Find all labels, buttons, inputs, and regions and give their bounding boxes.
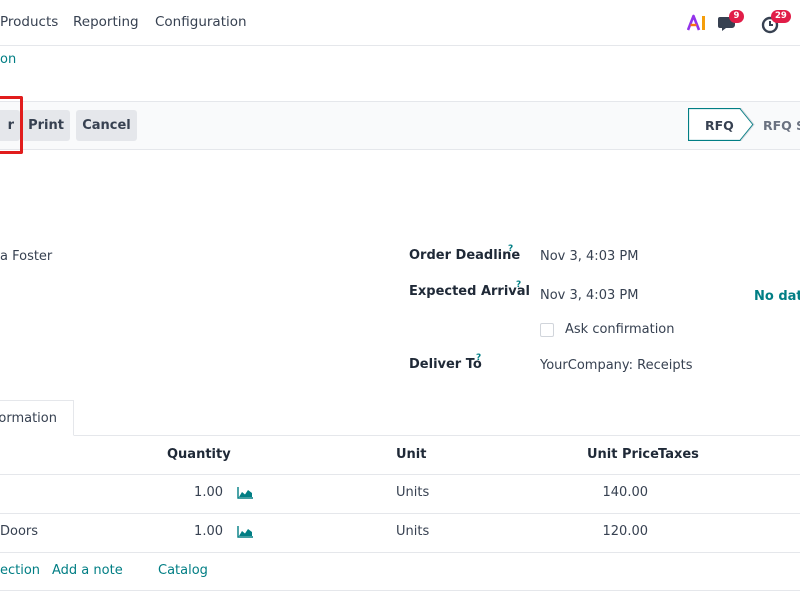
order-deadline-field[interactable]: Nov 3, 4:03 PM bbox=[540, 249, 638, 264]
deliver-to-label: Deliver To bbox=[409, 357, 482, 372]
row2-unit[interactable]: Units bbox=[396, 524, 429, 539]
order-deadline-help-icon[interactable]: ? bbox=[508, 244, 513, 254]
table-divider bbox=[0, 552, 800, 553]
catalog-link[interactable]: Catalog bbox=[158, 563, 208, 578]
top-navbar: Products Reporting Configuration 9 29 bbox=[0, 0, 800, 46]
ai-icon[interactable] bbox=[687, 14, 707, 32]
status-rfq[interactable]: RFQ bbox=[705, 118, 734, 133]
row1-quantity[interactable]: 1.00 bbox=[194, 485, 223, 500]
expected-arrival-label: Expected Arrival bbox=[409, 284, 530, 299]
add-section-link[interactable]: ection bbox=[0, 563, 40, 578]
cancel-button[interactable]: Cancel bbox=[76, 110, 137, 141]
tab-divider bbox=[0, 435, 800, 436]
column-header-taxes[interactable]: Taxes bbox=[658, 447, 699, 462]
print-button[interactable]: Print bbox=[22, 110, 70, 141]
vendor-field[interactable]: a Foster bbox=[0, 249, 52, 264]
column-header-quantity[interactable]: Quantity bbox=[167, 447, 231, 462]
breadcrumb[interactable]: on bbox=[0, 52, 16, 67]
ask-confirmation-checkbox[interactable] bbox=[540, 323, 554, 337]
ask-confirmation-label[interactable]: Ask confirmation bbox=[565, 322, 675, 337]
menu-reporting[interactable]: Reporting bbox=[73, 14, 139, 30]
menu-products[interactable]: Products bbox=[0, 14, 58, 30]
add-note-link[interactable]: Add a note bbox=[52, 563, 123, 578]
row2-product[interactable]: Doors bbox=[0, 524, 38, 539]
row2-unit-price[interactable]: 120.00 bbox=[603, 524, 649, 539]
menu-configuration[interactable]: Configuration bbox=[155, 14, 247, 30]
forecast-chart-icon[interactable] bbox=[237, 487, 253, 499]
messages-count-badge: 9 bbox=[729, 10, 744, 23]
column-header-unit-price[interactable]: Unit Price bbox=[587, 447, 659, 462]
row1-unit[interactable]: Units bbox=[396, 485, 429, 500]
confirm-order-button[interactable]: r bbox=[0, 110, 20, 141]
deliver-to-help-icon[interactable]: ? bbox=[476, 353, 481, 363]
order-deadline-label: Order Deadline bbox=[409, 248, 521, 263]
deliver-to-field[interactable]: YourCompany: Receipts bbox=[540, 358, 693, 373]
control-panel: r Print Cancel bbox=[0, 101, 800, 150]
column-header-unit[interactable]: Unit bbox=[396, 447, 426, 462]
status-rfq-sent[interactable]: RFQ S bbox=[763, 118, 800, 133]
table-divider bbox=[0, 590, 800, 591]
row1-unit-price[interactable]: 140.00 bbox=[603, 485, 649, 500]
table-divider bbox=[0, 474, 800, 475]
forecast-chart-icon[interactable] bbox=[237, 526, 253, 538]
row2-quantity[interactable]: 1.00 bbox=[194, 524, 223, 539]
table-divider bbox=[0, 513, 800, 514]
expected-arrival-field[interactable]: Nov 3, 4:03 PM bbox=[540, 288, 638, 303]
activities-count-badge: 29 bbox=[771, 10, 791, 23]
no-data-indicator: No data bbox=[754, 289, 800, 304]
tab-other-information[interactable]: formation bbox=[0, 400, 74, 436]
expected-arrival-help-icon[interactable]: ? bbox=[516, 280, 521, 290]
